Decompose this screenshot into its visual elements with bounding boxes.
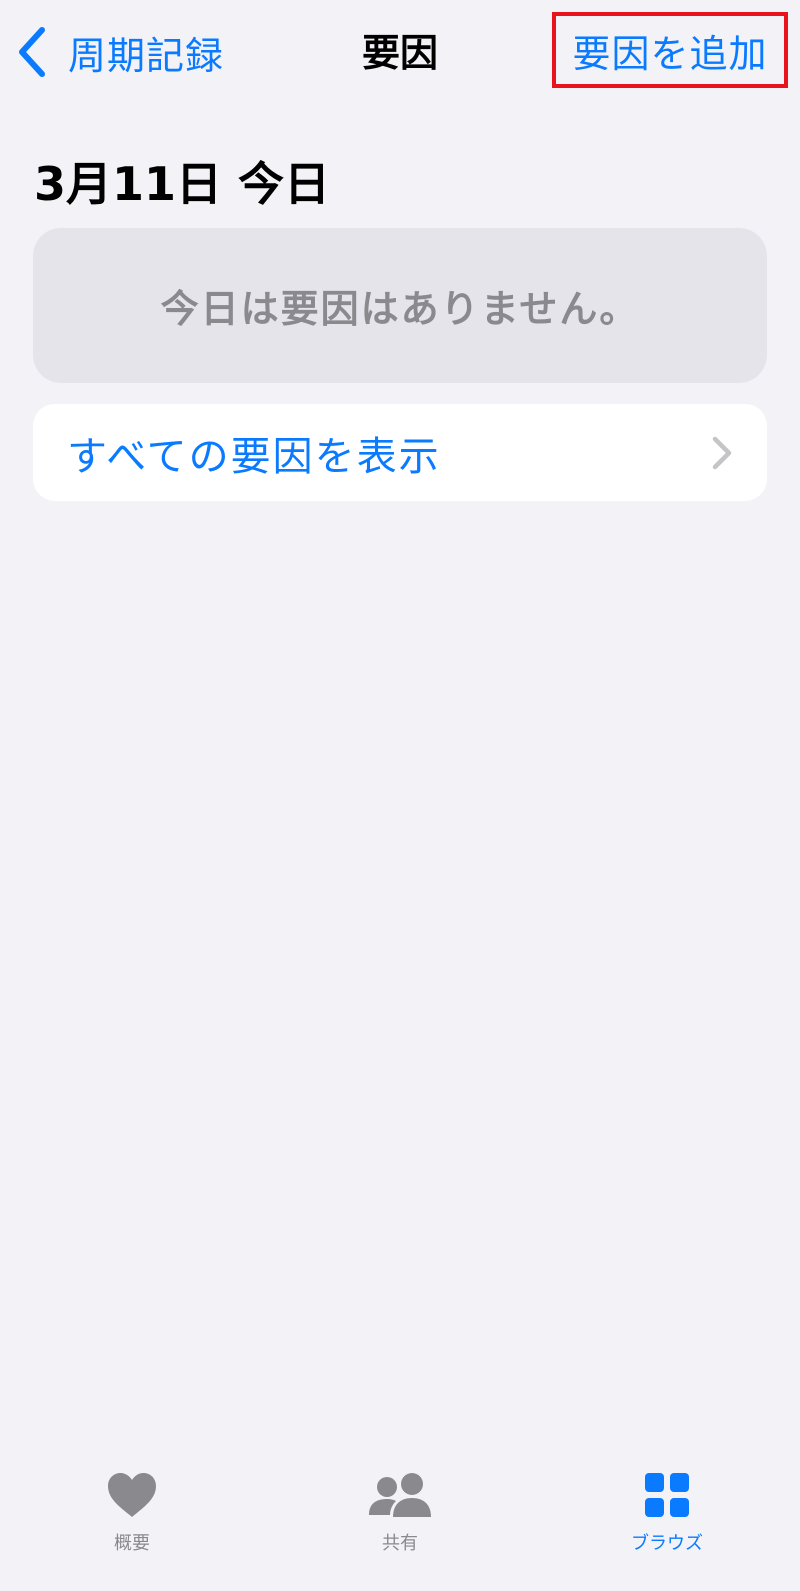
date-heading: 3月11日 今日 [34,157,331,211]
navigation-bar: 周期記録 要因 要因を追加 [0,0,800,106]
tab-browse[interactable]: ブラウズ [587,1471,747,1571]
tab-summary[interactable]: 概要 [52,1471,212,1571]
grid-icon [645,1473,689,1517]
tab-browse-label: ブラウズ [631,1533,703,1554]
chevron-left-icon [19,27,45,77]
tab-bar: 概要 共有 ブラウズ [0,1441,800,1591]
show-all-factors-row[interactable]: すべての要因を表示 [33,404,767,501]
tab-sharing[interactable]: 共有 [320,1471,480,1571]
back-button[interactable]: 周期記録 [14,20,224,84]
empty-state-card: 今日は要因はありません。 [33,228,767,383]
tab-sharing-label: 共有 [382,1533,418,1554]
heart-icon [108,1473,156,1517]
people-icon [369,1473,431,1517]
chevron-right-icon [711,435,733,471]
add-factor-button[interactable]: 要因を追加 [552,12,788,88]
show-all-factors-label: すべての要因を表示 [67,433,441,480]
empty-state-message: 今日は要因はありません。 [160,287,640,331]
tab-summary-label: 概要 [114,1533,150,1554]
back-button-label: 周期記録 [68,33,225,78]
